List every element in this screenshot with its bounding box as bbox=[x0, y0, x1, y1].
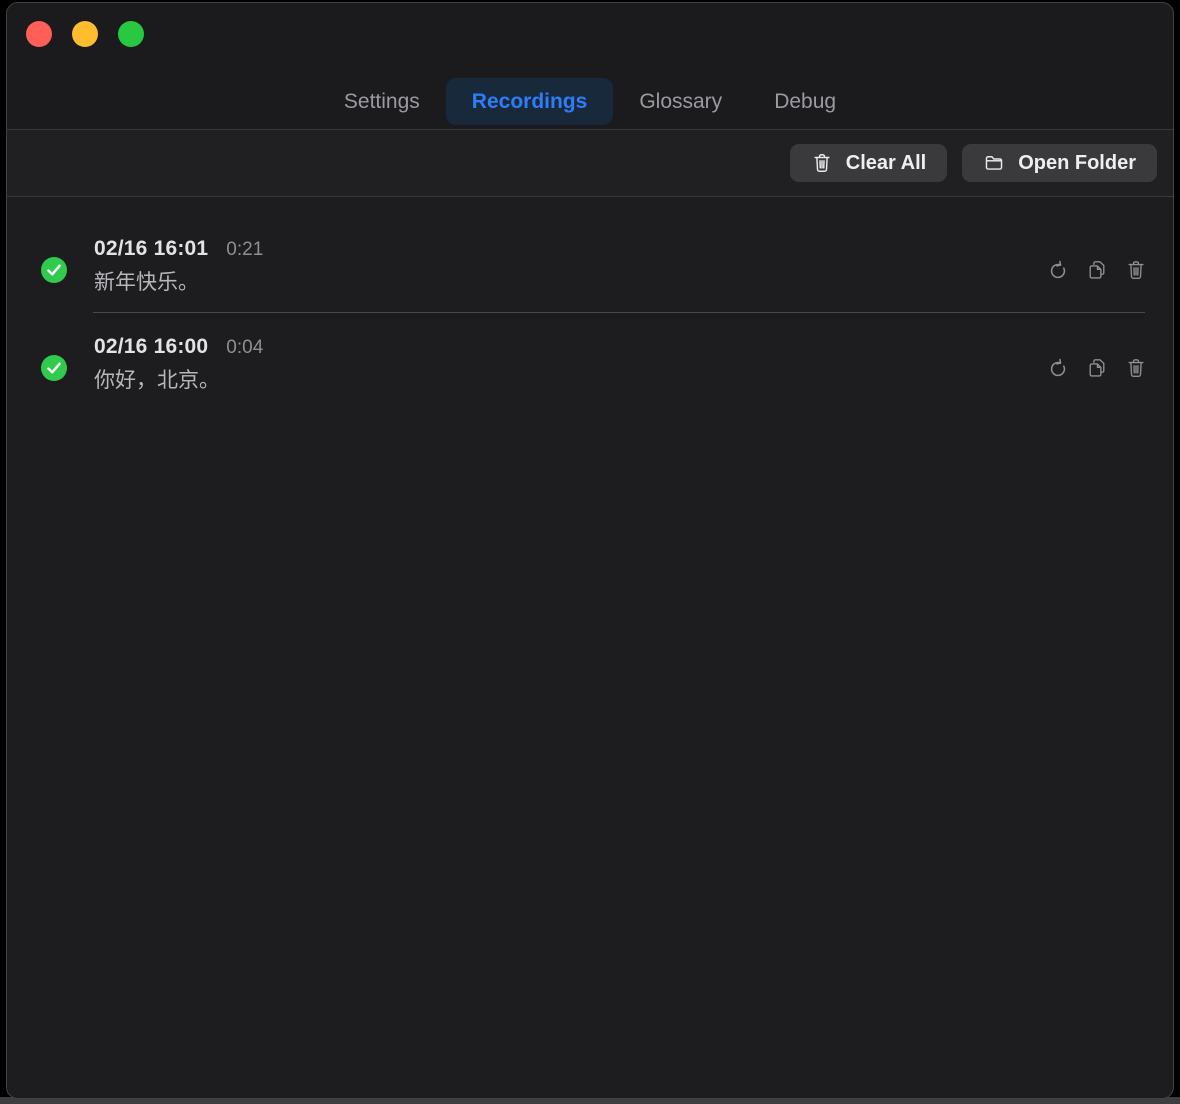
open-folder-button[interactable]: Open Folder bbox=[962, 144, 1157, 182]
clear-all-button[interactable]: Clear All bbox=[790, 144, 947, 182]
recording-info: 02/16 16:01 0:21 新年快乐。 bbox=[94, 236, 1047, 296]
clear-all-label: Clear All bbox=[846, 152, 926, 175]
recording-info: 02/16 16:00 0:04 你好，北京。 bbox=[94, 334, 1047, 394]
delete-button[interactable] bbox=[1125, 357, 1147, 379]
tab-glossary[interactable]: Glossary bbox=[613, 78, 748, 125]
recording-actions bbox=[1047, 357, 1147, 379]
tab-recordings[interactable]: Recordings bbox=[446, 78, 614, 125]
copy-icon bbox=[1086, 357, 1108, 379]
recording-row: 02/16 16:00 0:04 你好，北京。 bbox=[7, 313, 1173, 411]
retry-icon bbox=[1047, 259, 1069, 281]
delete-button[interactable] bbox=[1125, 259, 1147, 281]
minimize-button[interactable] bbox=[72, 21, 98, 47]
trash-icon bbox=[1125, 259, 1147, 281]
app-window: Settings Recordings Glossary Debug Clear… bbox=[6, 2, 1174, 1099]
recording-actions bbox=[1047, 259, 1147, 281]
recording-timestamp: 02/16 16:01 bbox=[94, 236, 208, 262]
close-button[interactable] bbox=[26, 21, 52, 47]
titlebar: Settings Recordings Glossary Debug bbox=[7, 3, 1173, 130]
recordings-list: 02/16 16:01 0:21 新年快乐。 bbox=[7, 197, 1173, 1098]
copy-icon bbox=[1086, 259, 1108, 281]
recording-duration: 0:04 bbox=[226, 335, 263, 361]
traffic-lights bbox=[26, 21, 144, 47]
retry-icon bbox=[1047, 357, 1069, 379]
folder-icon bbox=[983, 152, 1005, 174]
retry-button[interactable] bbox=[1047, 259, 1069, 281]
trash-icon bbox=[1125, 357, 1147, 379]
recording-duration: 0:21 bbox=[226, 237, 263, 263]
check-circle-icon bbox=[41, 257, 67, 283]
trash-icon bbox=[811, 152, 833, 174]
recording-timestamp: 02/16 16:00 bbox=[94, 334, 208, 360]
recording-transcript: 新年快乐。 bbox=[94, 270, 1047, 296]
tab-bar: Settings Recordings Glossary Debug bbox=[7, 78, 1173, 125]
copy-button[interactable] bbox=[1086, 357, 1108, 379]
copy-button[interactable] bbox=[1086, 259, 1108, 281]
tab-debug[interactable]: Debug bbox=[748, 78, 862, 125]
open-folder-label: Open Folder bbox=[1018, 152, 1136, 175]
recordings-toolbar: Clear All Open Folder bbox=[7, 130, 1173, 197]
recording-transcript: 你好，北京。 bbox=[94, 368, 1047, 394]
recording-row: 02/16 16:01 0:21 新年快乐。 bbox=[7, 215, 1173, 313]
tab-settings[interactable]: Settings bbox=[318, 78, 446, 125]
retry-button[interactable] bbox=[1047, 357, 1069, 379]
check-circle-icon bbox=[41, 355, 67, 381]
zoom-button[interactable] bbox=[118, 21, 144, 47]
